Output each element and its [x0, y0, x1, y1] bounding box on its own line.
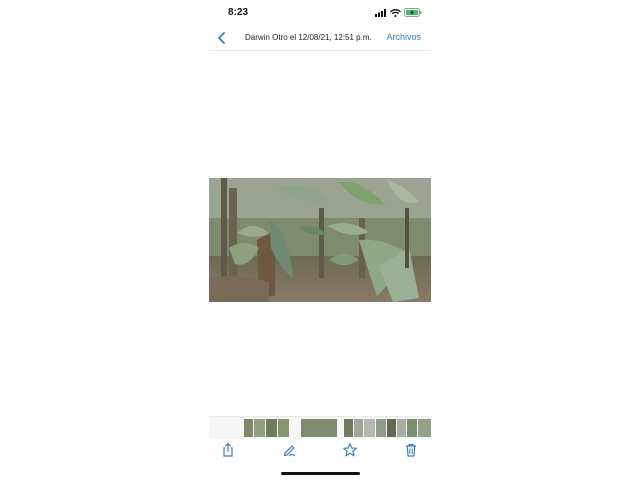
photo-viewer-screen: 8:23 Darwin Otro el 12/08/21, 12:51 p.m.…: [209, 0, 431, 480]
status-icons: [375, 8, 422, 17]
battery-charging-icon: [404, 8, 422, 17]
thumbnail[interactable]: [344, 419, 353, 437]
thumbnail[interactable]: [266, 419, 277, 437]
status-time: 8:23: [228, 7, 249, 18]
thumbnail[interactable]: [407, 419, 417, 437]
thumbnail[interactable]: [376, 419, 386, 437]
share-icon[interactable]: [220, 442, 236, 458]
wifi-icon: [390, 8, 401, 17]
signal-icon: [375, 8, 386, 17]
thumbnail[interactable]: [387, 419, 396, 437]
banana-plants-photo[interactable]: [209, 178, 431, 302]
archivos-button[interactable]: Archivos: [386, 32, 421, 42]
thumbnail[interactable]: [364, 419, 375, 437]
bottom-toolbar: [209, 438, 431, 462]
status-bar: 8:23: [209, 0, 431, 26]
thumbnail-strip: [209, 416, 431, 439]
thumbnail[interactable]: [418, 419, 431, 437]
thumbnail[interactable]: [254, 419, 265, 437]
home-indicator[interactable]: [281, 472, 360, 475]
photo-title: Darwin Otro el 12/08/21, 12:51 p.m.: [245, 33, 372, 42]
favorite-star-icon[interactable]: [342, 442, 358, 458]
thumbnail-selected[interactable]: [301, 419, 337, 437]
photo-image: [209, 178, 431, 302]
navigation-bar: Darwin Otro el 12/08/21, 12:51 p.m. Arch…: [209, 26, 431, 51]
thumbnail[interactable]: [244, 419, 253, 437]
trash-icon[interactable]: [403, 442, 419, 458]
thumbnail[interactable]: [354, 419, 363, 437]
markup-icon[interactable]: [282, 442, 298, 458]
thumbnail[interactable]: [278, 419, 289, 437]
chevron-left-icon[interactable]: [214, 30, 230, 46]
thumbnail[interactable]: [397, 419, 406, 437]
